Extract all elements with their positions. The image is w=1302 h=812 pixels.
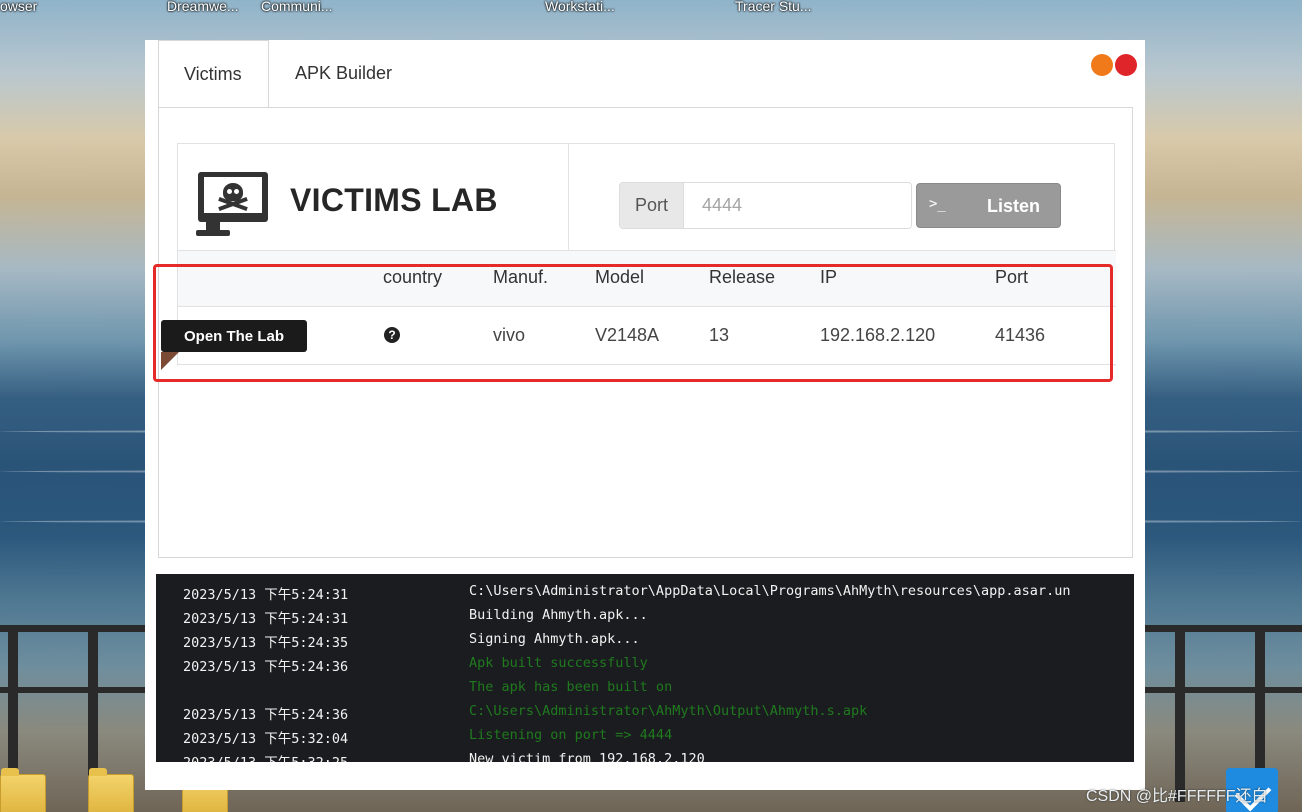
- log-line: 2023/5/13 下午5:24:36 Apk built successfull…: [156, 649, 1134, 675]
- listen-button[interactable]: >_ Listen: [916, 183, 1061, 228]
- port-input-group: Port: [619, 182, 912, 229]
- log-timestamp: 2023/5/13 下午5:32:25: [183, 751, 348, 762]
- port-addon-label: Port: [620, 183, 684, 228]
- cell-release: 13: [709, 325, 730, 345]
- desktop-icon-label[interactable]: Communi...: [261, 0, 333, 14]
- log-message: C:\Users\Administrator\AppData\Local\Pro…: [469, 583, 1071, 599]
- tab-label: APK Builder: [295, 63, 393, 83]
- log-timestamp: 2023/5/13 下午5:32:04: [183, 731, 349, 747]
- wallpaper-railing: [1145, 625, 1302, 802]
- monitor-skull-icon: [198, 172, 268, 222]
- app-window: Victims APK Builder VICTIMS LAB Port 444…: [145, 40, 1145, 790]
- ribbon-corner: [161, 352, 179, 370]
- log-message: New victim from 192.168.2.120: [469, 751, 705, 762]
- desktop-icon-label[interactable]: Workstati...: [545, 0, 615, 14]
- log-timestamp: 2023/5/13 下午5:24:35: [183, 635, 349, 651]
- wallpaper-railing: [0, 625, 150, 802]
- log-message: C:\Users\Administrator\AhMyth\Output\Ahm…: [469, 703, 868, 719]
- column-header-port: Port: [995, 267, 1029, 287]
- terminal-icon: >_: [929, 196, 946, 212]
- monitor-stand: [206, 222, 220, 230]
- watermark: CSDN @比#FFFFFF还白: [1086, 788, 1268, 805]
- log-timestamp: 2023/5/13 下午5:24:36: [183, 659, 349, 675]
- close-button[interactable]: [1115, 54, 1137, 76]
- tab-victims[interactable]: Victims: [158, 40, 269, 107]
- desktop-icon-label[interactable]: owser: [0, 0, 37, 14]
- log-line: 2023/5/13 下午5:24:31 C:\Users\Administrato…: [156, 577, 1134, 603]
- log-message: Signing Ahmyth.apk...: [469, 631, 640, 647]
- column-header-ip: IP: [820, 267, 838, 287]
- folder-icon[interactable]: [88, 768, 134, 812]
- column-header-release: Release: [709, 267, 776, 287]
- log-message: Listening on port => 4444: [469, 727, 673, 743]
- log-line: The apk has been built on: [156, 673, 1134, 697]
- cell-ip: 192.168.2.120: [820, 325, 936, 345]
- unknown-country-icon: ?: [384, 327, 400, 343]
- column-header-model: Model: [595, 267, 645, 287]
- open-the-lab-button[interactable]: Open The Lab: [161, 320, 307, 352]
- column-header-country: country: [383, 267, 443, 287]
- log-timestamp: 2023/5/13 下午5:24:31: [183, 587, 349, 603]
- log-message: The apk has been built on: [469, 679, 673, 695]
- cell-manufacturer: vivo: [493, 325, 526, 345]
- minimize-button[interactable]: [1091, 54, 1113, 76]
- victims-table-header: country Manuf. Model Release IP Port: [178, 250, 1116, 307]
- desktop-icon-label[interactable]: Tracer Stu...: [735, 0, 812, 14]
- folder-icon[interactable]: [0, 768, 46, 812]
- desktop-icon-label[interactable]: Dreamwe...: [167, 0, 239, 14]
- log-timestamp: 2023/5/13 下午5:24:31: [183, 611, 349, 627]
- log-line: 2023/5/13 下午5:32:25 New victim from 192.1…: [156, 745, 1134, 762]
- log-timestamp: 2023/5/13 下午5:24:36: [183, 707, 349, 723]
- column-header-manufacturer: Manuf.: [493, 267, 549, 287]
- table-row: Open The Lab ? vivo V2148A 13 192.168.2.…: [161, 307, 1116, 370]
- page-title: VICTIMS LAB: [290, 182, 498, 218]
- log-line: 2023/5/13 下午5:24:31 Building Ahmyth.apk..…: [156, 601, 1134, 627]
- tab-label: Victims: [184, 64, 242, 84]
- victims-panel: VICTIMS LAB Port >_ Listen country Manuf…: [158, 107, 1133, 558]
- log-console[interactable]: 2023/5/13 下午5:24:31 C:\Users\Administrato…: [156, 574, 1134, 762]
- log-line: 2023/5/13 下午5:32:04 Listening on port => …: [156, 721, 1134, 747]
- cell-port: 41436: [995, 325, 1046, 345]
- listen-button-label: Listen: [987, 196, 1041, 216]
- lab-header: VICTIMS LAB: [178, 144, 569, 250]
- log-line: 2023/5/13 下午5:24:35 Signing Ahmyth.apk...: [156, 625, 1134, 651]
- log-message: Apk built successfully: [469, 655, 648, 671]
- port-input[interactable]: [684, 183, 911, 228]
- log-line: 2023/5/13 下午5:24:36 C:\Users\Administrato…: [156, 697, 1134, 723]
- cell-model: V2148A: [595, 325, 660, 345]
- victims-lab-card: VICTIMS LAB Port >_ Listen country Manuf…: [161, 143, 1116, 370]
- monitor-base: [196, 230, 230, 236]
- log-message: Building Ahmyth.apk...: [469, 607, 648, 623]
- tab-apk-builder[interactable]: APK Builder: [270, 40, 417, 107]
